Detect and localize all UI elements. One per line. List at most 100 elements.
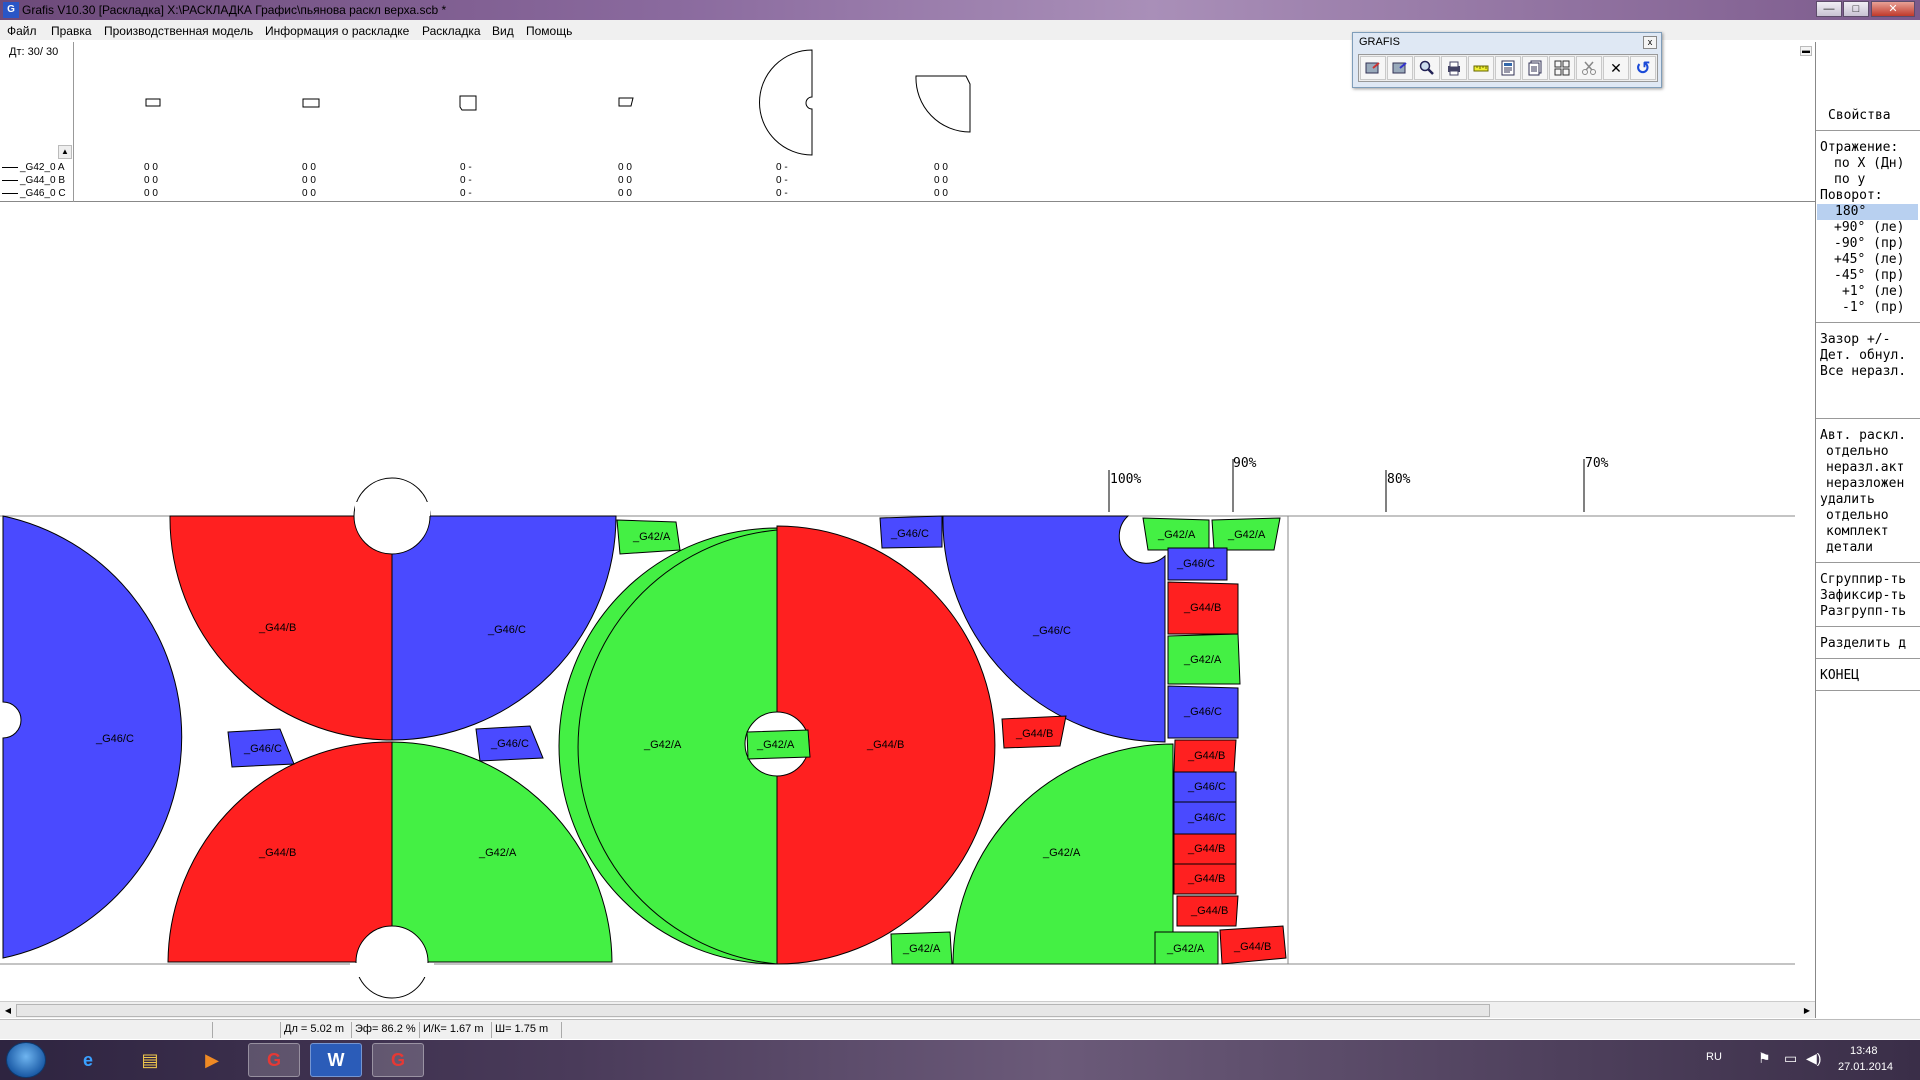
- layout-export-icon[interactable]: [1360, 56, 1386, 80]
- ruler-icon[interactable]: [1468, 56, 1494, 80]
- piece-label: _G44/B: [1187, 873, 1225, 885]
- clock-date[interactable]: 27.01.2014: [1838, 1061, 1893, 1073]
- panel-title: Свойства: [1828, 108, 1891, 123]
- rotate-minus90-option[interactable]: -90° (пр): [1834, 236, 1904, 252]
- panel-minimize-button[interactable]: ▬: [1800, 46, 1812, 56]
- media-player-icon[interactable]: ▶: [186, 1043, 238, 1077]
- status-empty: [212, 1022, 280, 1038]
- scroll-right-arrow-icon[interactable]: ▶: [1800, 1004, 1814, 1017]
- status-length: Дл = 5.02 m: [280, 1022, 351, 1038]
- auto-separately-option[interactable]: отдельно: [1826, 444, 1889, 460]
- scrollbar-thumb[interactable]: [16, 1004, 1490, 1017]
- flag-icon[interactable]: ⚑: [1758, 1050, 1771, 1067]
- piece-label: _G44/B: [1183, 602, 1221, 614]
- gap-option[interactable]: Зазор +/-: [1820, 332, 1890, 348]
- close-button[interactable]: ✕: [1871, 1, 1915, 17]
- piece-thumbnail[interactable]: [459, 95, 477, 111]
- delete-heading[interactable]: удалить: [1820, 492, 1875, 508]
- rotate-180-option[interactable]: 180°: [1817, 204, 1918, 220]
- piece-thumbnail[interactable]: [145, 98, 161, 107]
- piece-count: 0 -: [776, 188, 788, 199]
- toolbar-window-close-button[interactable]: x: [1643, 36, 1657, 49]
- pieces-grid-icon[interactable]: [1549, 56, 1575, 80]
- piece-count: 0 0: [144, 175, 158, 186]
- piece-count: 0 0: [302, 162, 316, 173]
- rotate-minus1-option[interactable]: -1° (пр): [1842, 300, 1905, 316]
- piece-count: 0 -: [460, 175, 472, 186]
- piece-thumbnail[interactable]: [618, 97, 634, 107]
- volume-icon[interactable]: ◀): [1806, 1050, 1821, 1067]
- clock-time[interactable]: 13:48: [1850, 1045, 1878, 1057]
- auto-unplaced-option[interactable]: неразложен: [1826, 476, 1904, 492]
- piece-label: _G42/A: [1042, 847, 1081, 859]
- group-option[interactable]: Сгруппир-ть: [1820, 572, 1906, 588]
- rotate-plus1-option[interactable]: +1° (ле): [1842, 284, 1905, 300]
- piece-row[interactable]: _G44_0 B: [2, 175, 65, 186]
- layout-workspace[interactable]: _G46/C _G44/B _G46/C _G46/C _G46/C _G44/…: [0, 202, 1815, 1002]
- list-scroll-up-button[interactable]: ▲: [58, 145, 72, 159]
- rotate-plus90-option[interactable]: +90° (ле): [1834, 220, 1904, 236]
- grafis-icon[interactable]: G: [248, 1043, 300, 1077]
- menu-production-model[interactable]: Производственная модель: [104, 24, 253, 38]
- efficiency-label: 80%: [1387, 472, 1411, 487]
- piece-thumbnail[interactable]: [915, 75, 971, 133]
- network-icon[interactable]: ▭: [1784, 1050, 1797, 1067]
- internet-explorer-icon[interactable]: e: [62, 1043, 114, 1077]
- grafis-app-icon[interactable]: G: [3, 2, 19, 18]
- report-icon[interactable]: [1495, 56, 1521, 80]
- piece-count: 0 0: [934, 175, 948, 186]
- scissors-icon[interactable]: [1576, 56, 1602, 80]
- print-icon[interactable]: [1441, 56, 1467, 80]
- auto-layout-heading[interactable]: Авт. раскл.: [1820, 428, 1906, 444]
- rotate-minus45-option[interactable]: -45° (пр): [1834, 268, 1904, 284]
- horizontal-scrollbar[interactable]: ◀ ▶: [0, 1001, 1815, 1018]
- close-icon[interactable]: ✕: [1603, 56, 1629, 80]
- start-button[interactable]: [6, 1042, 46, 1078]
- piece-thumbnail[interactable]: [302, 98, 320, 108]
- split-option[interactable]: Разделить д: [1820, 636, 1906, 652]
- minimize-button[interactable]: —: [1816, 1, 1842, 17]
- rotate-plus45-option[interactable]: +45° (ле): [1834, 252, 1904, 268]
- word-icon[interactable]: W: [310, 1043, 362, 1077]
- delete-set-option[interactable]: комплект: [1826, 524, 1889, 540]
- fix-option[interactable]: Зафиксир-ть: [1820, 588, 1906, 604]
- delete-separately-option[interactable]: отдельно: [1826, 508, 1889, 524]
- copy-document-icon[interactable]: [1522, 56, 1548, 80]
- scroll-left-arrow-icon[interactable]: ◀: [1, 1004, 15, 1017]
- grafis-icon-2[interactable]: G: [372, 1043, 424, 1077]
- menu-layout[interactable]: Раскладка: [422, 24, 481, 38]
- end-option[interactable]: КОНЕЦ: [1820, 668, 1859, 684]
- menu-file[interactable]: Файл: [7, 24, 37, 38]
- piece-label: _G42/A: [1166, 943, 1205, 955]
- menu-help[interactable]: Помощь: [526, 24, 572, 38]
- maximize-button[interactable]: □: [1843, 1, 1869, 17]
- piece-row[interactable]: _G46_0 C: [2, 188, 66, 199]
- delete-details-option[interactable]: детали: [1826, 540, 1873, 556]
- piece-label: _G44/B: [1187, 843, 1225, 855]
- piece-g46-large[interactable]: [2, 515, 183, 959]
- explorer-folder-icon[interactable]: ▤: [124, 1043, 176, 1077]
- piece-row[interactable]: _G42_0 A: [2, 162, 64, 173]
- reflect-x-option[interactable]: по X (Дн): [1834, 156, 1904, 172]
- reflect-y-option[interactable]: по y: [1834, 172, 1865, 188]
- marker-layout: _G46/C _G44/B _G46/C _G46/C _G46/C _G44/…: [0, 459, 1795, 999]
- auto-unplaced-active-option[interactable]: неразл.акт: [1826, 460, 1904, 476]
- piece-count: 0 0: [302, 188, 316, 199]
- menu-edit[interactable]: Правка: [51, 24, 92, 38]
- zoom-icon[interactable]: [1414, 56, 1440, 80]
- menu-layout-info[interactable]: Информация о раскладке: [265, 24, 409, 38]
- piece-thumbnail[interactable]: [759, 49, 813, 156]
- ungroup-option[interactable]: Разгрупп-ть: [1820, 604, 1906, 620]
- status-efficiency: Эф= 86.2 %: [351, 1022, 419, 1038]
- piece-label: _G42/A: [1227, 529, 1266, 541]
- all-unplaced-option[interactable]: Все неразл.: [1820, 364, 1906, 380]
- layout-import-icon[interactable]: [1387, 56, 1413, 80]
- undo-icon[interactable]: ↺: [1630, 56, 1656, 80]
- reset-piece-option[interactable]: Дет. обнул.: [1820, 348, 1906, 364]
- language-indicator[interactable]: RU: [1706, 1051, 1722, 1063]
- title-bar: G Grafis V10.30 [Раскладка] X:\РАСКЛАДКА…: [0, 0, 1920, 20]
- piece-count: 0 0: [934, 188, 948, 199]
- menu-view[interactable]: Вид: [492, 24, 514, 38]
- piece-label: _G42/A: [632, 531, 671, 543]
- piece-label: _G46/C: [1176, 558, 1215, 570]
